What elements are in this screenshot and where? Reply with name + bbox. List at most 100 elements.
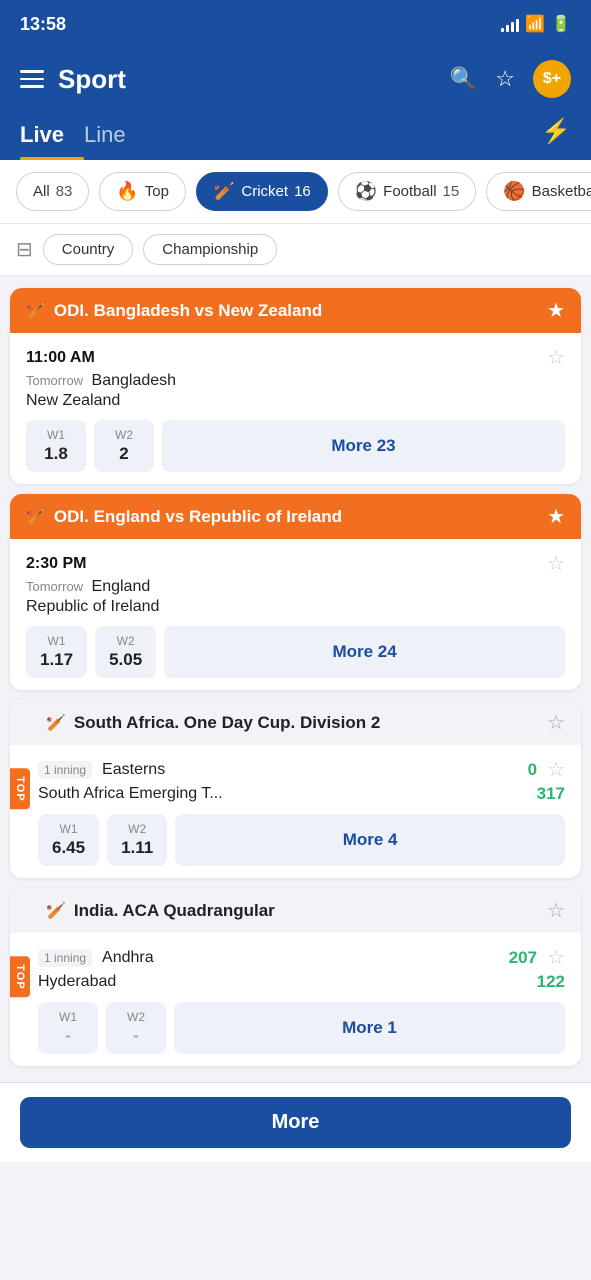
status-icons: 📶 🔋: [501, 14, 571, 34]
match-card-3: TOP 🏏 South Africa. One Day Cup. Divisio…: [10, 700, 581, 878]
w2-box-4[interactable]: W2 -: [106, 1002, 166, 1054]
header-top: Sport 🔍 ☆ $+: [20, 60, 571, 98]
cat-all[interactable]: All 83: [16, 172, 89, 211]
more-button-2[interactable]: More 24: [164, 626, 565, 678]
favorites-icon[interactable]: ☆: [495, 66, 515, 92]
basketball-icon: 🏀: [503, 181, 525, 202]
team1-score-3: 0: [528, 760, 537, 780]
more-button-1[interactable]: More 23: [162, 420, 565, 472]
bottom-bar: More: [0, 1082, 591, 1162]
card-body-2: 2:30 PM ☆ Tomorrow England Republic of I…: [10, 539, 581, 690]
match-card: 🏏 ODI. Bangladesh vs New Zealand ★ 11:00…: [10, 288, 581, 484]
header-title: Sport: [58, 64, 126, 95]
card-header-left-1: 🏏 ODI. Bangladesh vs New Zealand: [26, 301, 322, 321]
cat-basketball[interactable]: 🏀 Basketball 6: [486, 172, 591, 211]
team1-star-2[interactable]: ☆: [547, 551, 565, 576]
country-filter[interactable]: Country: [43, 234, 134, 265]
team1-name-3: Easterns: [102, 761, 165, 779]
w2-box-3[interactable]: W2 1.11: [107, 814, 167, 866]
more-label-4: More 1: [342, 1018, 397, 1038]
match-teams-4: 1 inning Andhra 207 ☆ Hyderabad 122: [38, 945, 565, 992]
signal-icon: [501, 16, 519, 32]
championship-filter[interactable]: Championship: [143, 234, 277, 265]
more-bottom-button[interactable]: More: [20, 1097, 571, 1148]
team2-name-2: Republic of Ireland: [26, 598, 159, 616]
match-time-row-2: 2:30 PM ☆: [26, 551, 565, 576]
w1-label-1: W1: [47, 428, 65, 442]
league-name-3: South Africa. One Day Cup. Division 2: [74, 713, 380, 733]
odds-row-3: W1 6.45 W2 1.11 More 4: [38, 804, 565, 878]
team2-score-4: 122: [537, 972, 565, 992]
card-header-left-2: 🏏 ODI. England vs Republic of Ireland: [26, 507, 342, 527]
team-star-4[interactable]: ☆: [547, 945, 565, 970]
cricket-league-icon-2: 🏏: [26, 507, 46, 527]
header-left: Sport: [20, 64, 126, 95]
match-teams-2: 2:30 PM ☆ Tomorrow England Republic of I…: [26, 551, 565, 616]
odds-row-4: W1 - W2 - More 1: [38, 992, 565, 1066]
filter-row: ⊟ Country Championship: [0, 224, 591, 276]
lightning-icon[interactable]: ⚡: [541, 117, 571, 158]
header-actions: 🔍 ☆ $+: [450, 60, 571, 98]
fire-icon: 🔥: [116, 181, 138, 202]
w2-label-3: W2: [128, 822, 146, 836]
filter-icon[interactable]: ⊟: [16, 237, 33, 262]
match-header-2: 🏏 ODI. England vs Republic of Ireland ★: [10, 494, 581, 539]
cricket-icon: 🏏: [213, 181, 235, 202]
match-card-4: TOP 🏏 India. ACA Quadrangular ☆ 1 inning…: [10, 888, 581, 1066]
w1-value-2: 1.17: [40, 650, 73, 670]
more-label-1: More 23: [331, 436, 395, 456]
match-header-1: 🏏 ODI. Bangladesh vs New Zealand ★: [10, 288, 581, 333]
cat-football-label: Football: [383, 183, 436, 200]
team-row-3-1: 1 inning Easterns 0 ☆: [38, 757, 565, 782]
w1-box-1[interactable]: W1 1.8: [26, 420, 86, 472]
more-button-3[interactable]: More 4: [175, 814, 565, 866]
w2-label-1: W2: [115, 428, 133, 442]
team2-name-4: Hyderabad: [38, 973, 116, 991]
cat-top[interactable]: 🔥 Top: [99, 172, 186, 211]
w2-value-4: -: [133, 1026, 139, 1046]
team-row-4-2: Hyderabad 122: [38, 972, 565, 992]
team1-name-2: England: [92, 578, 151, 595]
cat-football[interactable]: ⚽ Football 15: [338, 172, 476, 211]
w1-box-3[interactable]: W1 6.45: [38, 814, 99, 866]
favorite-button-1[interactable]: ★: [547, 298, 565, 323]
w2-box-1[interactable]: W2 2: [94, 420, 154, 472]
search-icon[interactable]: 🔍: [450, 66, 477, 92]
w1-box-4[interactable]: W1 -: [38, 1002, 98, 1054]
wallet-button[interactable]: $+: [533, 60, 571, 98]
cat-cricket[interactable]: 🏏 Cricket 16: [196, 172, 328, 211]
match-date-2: Tomorrow: [26, 579, 83, 594]
team-row-3-2: South Africa Emerging T... 317: [38, 784, 565, 804]
w2-box-2[interactable]: W2 5.05: [95, 626, 156, 678]
team-star-3[interactable]: ☆: [547, 757, 565, 782]
team1-score-4: 207: [509, 948, 537, 968]
top-badge-3: TOP: [10, 768, 30, 809]
card-body-4: 1 inning Andhra 207 ☆ Hyderabad 122 W1 -: [10, 933, 581, 1066]
league-name-2: ODI. England vs Republic of Ireland: [54, 507, 342, 527]
tab-live[interactable]: Live: [20, 114, 84, 160]
w2-label-2: W2: [117, 634, 135, 648]
team-row-4-1: 1 inning Andhra 207 ☆: [38, 945, 565, 970]
more-button-4[interactable]: More 1: [174, 1002, 565, 1054]
favorite-button-2[interactable]: ★: [547, 504, 565, 529]
team2-name-3: South Africa Emerging T...: [38, 785, 223, 803]
card-header-left-3: 🏏 South Africa. One Day Cup. Division 2: [26, 713, 380, 733]
header: Sport 🔍 ☆ $+ Live Line ⚡: [0, 48, 591, 160]
w1-label-4: W1: [59, 1010, 77, 1024]
w2-value-3: 1.11: [121, 838, 153, 858]
hamburger-menu[interactable]: [20, 70, 44, 88]
match-time-2: 2:30 PM: [26, 555, 86, 572]
match-teams-1: 11:00 AM ☆ Tomorrow Bangladesh New Zeala…: [26, 345, 565, 410]
match-header-3: 🏏 South Africa. One Day Cup. Division 2 …: [10, 700, 581, 745]
tab-line[interactable]: Line: [84, 114, 146, 160]
w1-box-2[interactable]: W1 1.17: [26, 626, 87, 678]
favorite-button-3[interactable]: ☆: [547, 710, 565, 735]
match-date-1: Tomorrow: [26, 373, 83, 388]
favorite-button-4[interactable]: ☆: [547, 898, 565, 923]
battery-icon: 🔋: [551, 14, 571, 34]
team1-star-1[interactable]: ☆: [547, 345, 565, 370]
main-content: 🏏 ODI. Bangladesh vs New Zealand ★ 11:00…: [0, 276, 591, 1078]
w1-value-3: 6.45: [52, 838, 85, 858]
top-badge-4: TOP: [10, 956, 30, 997]
cat-cricket-count: 16: [294, 183, 311, 200]
